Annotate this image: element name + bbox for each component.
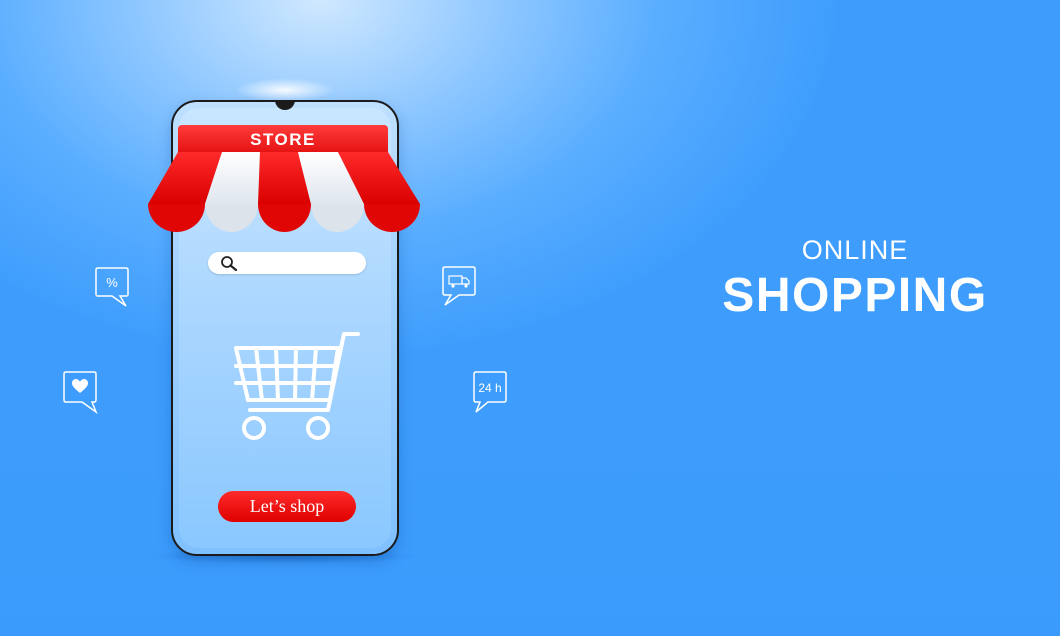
heart-icon [63, 371, 98, 414]
store-sign-label: STORE [250, 130, 316, 149]
hours-bubble: 24 h [472, 370, 512, 414]
discount-label: % [106, 275, 118, 290]
headline-online: ONLINE [801, 235, 909, 265]
top-shine [235, 78, 335, 102]
search-bar[interactable] [208, 252, 366, 274]
search-icon [221, 256, 238, 271]
lets-shop-button[interactable]: Let’s shop [218, 491, 356, 522]
store-awning [148, 152, 420, 232]
discount-bubble: % [94, 266, 134, 310]
like-bubble [62, 370, 102, 414]
store-sign: STORE [178, 125, 388, 155]
truck-icon [442, 266, 476, 306]
headline-shopping: SHOPPING [722, 269, 988, 322]
delivery-bubble [441, 265, 481, 309]
headline: ONLINE SHOPPING [700, 232, 1010, 324]
hours-label: 24 h [478, 381, 502, 395]
shopping-cart-icon [234, 332, 360, 440]
